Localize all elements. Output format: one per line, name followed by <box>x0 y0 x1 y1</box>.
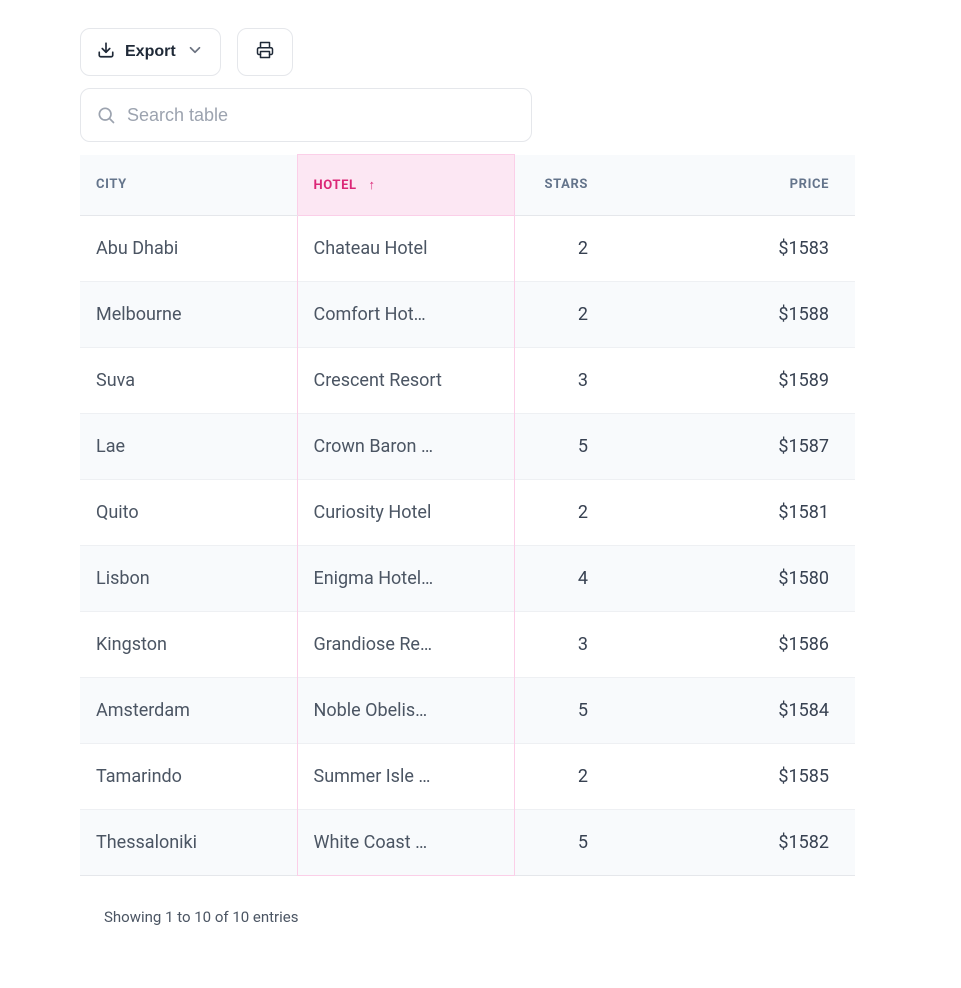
cell-city: Abu Dhabi <box>80 216 297 282</box>
cell-city: Kingston <box>80 612 297 678</box>
table-row[interactable]: Thessaloniki White Coast … 5 $1582 <box>80 810 855 876</box>
data-table: CITY HOTEL ↑ STARS PRICE Abu Dhabi Chate… <box>80 154 855 876</box>
cell-hotel: Chateau Hotel <box>297 216 514 282</box>
table-row[interactable]: Abu Dhabi Chateau Hotel 2 $1583 <box>80 216 855 282</box>
cell-city: Lisbon <box>80 546 297 612</box>
col-header-hotel[interactable]: HOTEL ↑ <box>297 155 514 216</box>
sort-asc-icon: ↑ <box>368 178 375 193</box>
cell-stars: 5 <box>514 678 614 744</box>
table-row[interactable]: Kingston Grandiose Re… 3 $1586 <box>80 612 855 678</box>
cell-city: Quito <box>80 480 297 546</box>
cell-hotel: Grandiose Re… <box>297 612 514 678</box>
download-icon <box>97 41 115 64</box>
col-header-stars[interactable]: STARS <box>514 155 614 216</box>
export-label: Export <box>125 43 176 61</box>
cell-city: Suva <box>80 348 297 414</box>
cell-hotel: Noble Obelis… <box>297 678 514 744</box>
cell-city: Tamarindo <box>80 744 297 810</box>
search-wrap <box>80 88 532 142</box>
col-header-stars-label: STARS <box>545 177 588 192</box>
table-row[interactable]: Tamarindo Summer Isle … 2 $1585 <box>80 744 855 810</box>
cell-stars: 3 <box>514 348 614 414</box>
cell-stars: 3 <box>514 612 614 678</box>
search-input[interactable] <box>80 88 532 142</box>
cell-price: $1587 <box>614 414 855 480</box>
cell-hotel: Crown Baron … <box>297 414 514 480</box>
print-icon <box>256 41 274 64</box>
cell-stars: 2 <box>514 216 614 282</box>
cell-city: Amsterdam <box>80 678 297 744</box>
cell-city: Thessaloniki <box>80 810 297 876</box>
cell-price: $1582 <box>614 810 855 876</box>
cell-stars: 2 <box>514 480 614 546</box>
cell-stars: 4 <box>514 546 614 612</box>
cell-price: $1588 <box>614 282 855 348</box>
col-header-city[interactable]: CITY <box>80 155 297 216</box>
table-row[interactable]: Melbourne Comfort Hot… 2 $1588 <box>80 282 855 348</box>
table-footer-info: Showing 1 to 10 of 10 entries <box>104 908 881 926</box>
toolbar: Export <box>80 28 881 76</box>
cell-stars: 2 <box>514 744 614 810</box>
cell-city: Melbourne <box>80 282 297 348</box>
cell-price: $1584 <box>614 678 855 744</box>
export-button[interactable]: Export <box>80 28 221 76</box>
table-row[interactable]: Suva Crescent Resort 3 $1589 <box>80 348 855 414</box>
cell-price: $1583 <box>614 216 855 282</box>
chevron-down-icon <box>186 41 204 64</box>
table-row[interactable]: Quito Curiosity Hotel 2 $1581 <box>80 480 855 546</box>
col-header-hotel-label: HOTEL <box>314 178 357 193</box>
cell-price: $1581 <box>614 480 855 546</box>
cell-hotel: White Coast … <box>297 810 514 876</box>
cell-stars: 5 <box>514 810 614 876</box>
cell-price: $1586 <box>614 612 855 678</box>
col-header-city-label: CITY <box>96 177 127 192</box>
print-button[interactable] <box>237 28 293 76</box>
col-header-price[interactable]: PRICE <box>614 155 855 216</box>
cell-stars: 5 <box>514 414 614 480</box>
cell-stars: 2 <box>514 282 614 348</box>
cell-hotel: Enigma Hotel… <box>297 546 514 612</box>
cell-price: $1585 <box>614 744 855 810</box>
cell-hotel: Comfort Hot… <box>297 282 514 348</box>
col-header-price-label: PRICE <box>790 177 829 192</box>
table-row[interactable]: Amsterdam Noble Obelis… 5 $1584 <box>80 678 855 744</box>
cell-hotel: Summer Isle … <box>297 744 514 810</box>
cell-hotel: Curiosity Hotel <box>297 480 514 546</box>
table-row[interactable]: Lae Crown Baron … 5 $1587 <box>80 414 855 480</box>
cell-hotel: Crescent Resort <box>297 348 514 414</box>
table-row[interactable]: Lisbon Enigma Hotel… 4 $1580 <box>80 546 855 612</box>
cell-city: Lae <box>80 414 297 480</box>
cell-price: $1589 <box>614 348 855 414</box>
cell-price: $1580 <box>614 546 855 612</box>
